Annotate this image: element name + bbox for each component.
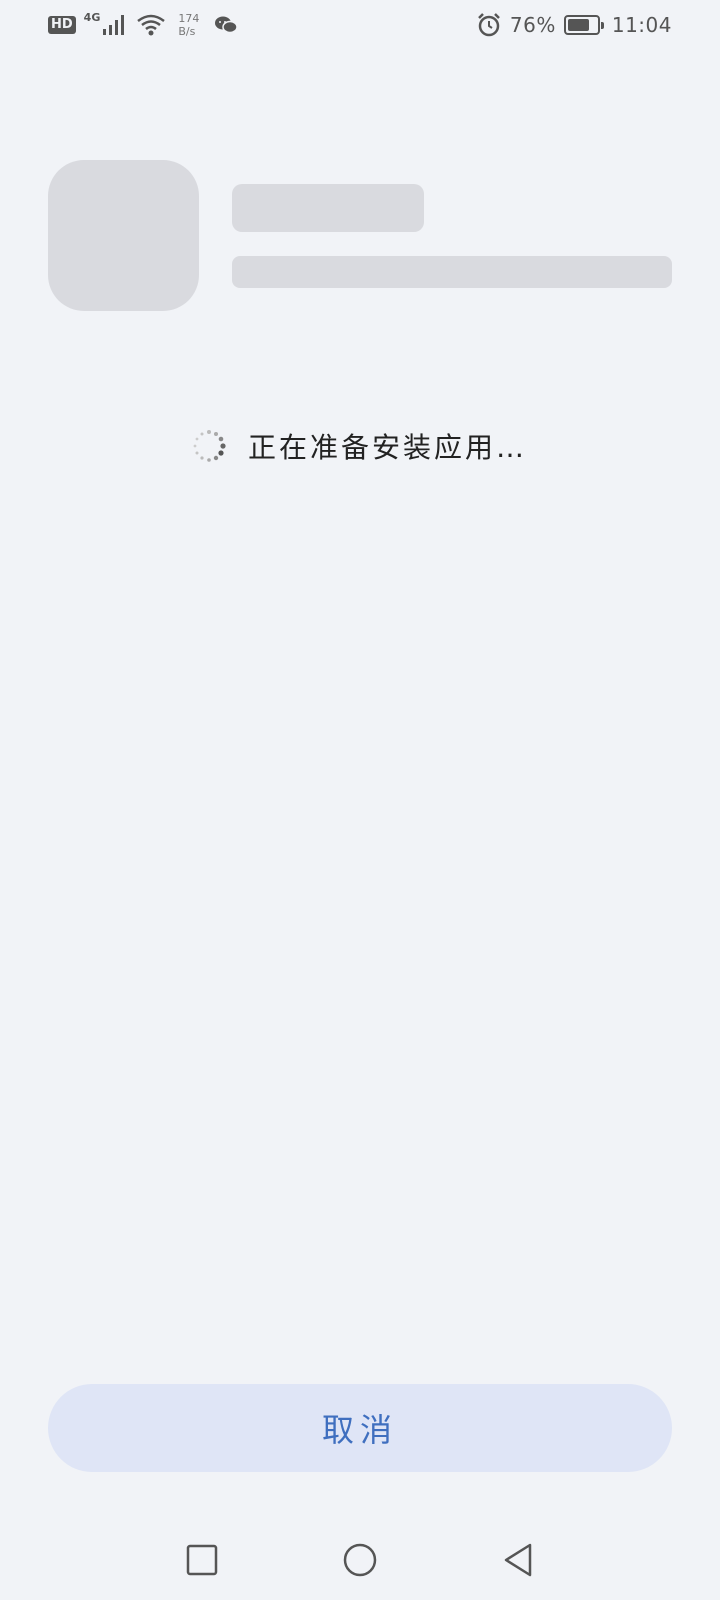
cancel-button[interactable]: 取消 — [48, 1384, 672, 1472]
network-speed: 174 B/s — [178, 12, 199, 38]
home-button[interactable] — [340, 1540, 380, 1580]
app-info-placeholder — [232, 256, 672, 288]
app-name-placeholder — [232, 184, 424, 232]
battery-percent: 76% — [509, 13, 556, 37]
battery-fill — [567, 19, 590, 31]
back-icon — [504, 1543, 532, 1577]
signal-icon — [103, 15, 125, 35]
speed-value: 174 — [178, 12, 200, 25]
recents-button[interactable] — [182, 1540, 222, 1580]
network-type: 4G — [83, 10, 101, 24]
loading-row: 正在准备安装应用… — [192, 426, 527, 466]
hd-badge: HD — [48, 16, 76, 34]
app-icon-placeholder — [48, 160, 199, 311]
wifi-icon — [137, 14, 166, 36]
loading-spinner-icon — [193, 430, 226, 462]
navigation-bar — [0, 1520, 720, 1600]
status-right: 76% 11:04 — [476, 12, 672, 38]
recents-icon — [186, 1544, 218, 1576]
loading-message: 正在准备安装应用… — [248, 431, 528, 464]
battery-icon — [563, 15, 604, 35]
install-screen: HD 4G 174 B/s 76% 11:04 正在准备安装应用… 取消 — [0, 0, 720, 1600]
speed-unit: B/s — [178, 25, 196, 38]
alarm-icon — [478, 13, 500, 37]
back-button[interactable] — [498, 1540, 538, 1580]
wechat-icon — [215, 16, 239, 34]
status-left: HD 4G 174 B/s — [48, 10, 239, 38]
status-bar: HD 4G 174 B/s 76% 11:04 — [0, 0, 720, 50]
home-icon — [343, 1543, 377, 1577]
clock: 11:04 — [611, 13, 672, 37]
